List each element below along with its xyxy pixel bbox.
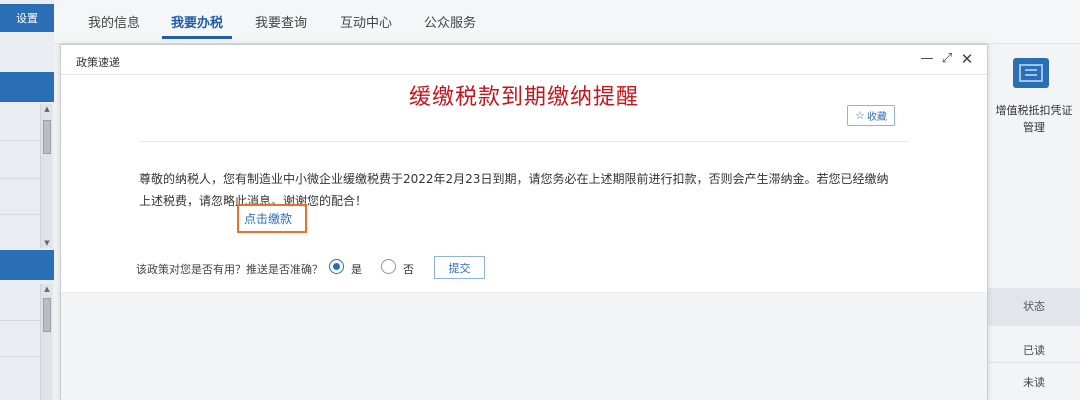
scroll-thumb[interactable] xyxy=(43,120,51,154)
rail-scrollbar[interactable]: ▲ xyxy=(40,284,52,400)
dialog-lower-area xyxy=(61,292,987,400)
dialog-body: 缓缴税款到期缴纳提醒 ☆ 收藏 尊敬的纳税人，您有制造业中小微企业缓缴税费于20… xyxy=(61,76,987,292)
rail-scrollbar[interactable]: ▲ ▼ xyxy=(40,104,52,248)
vat-voucher-icon[interactable] xyxy=(1013,58,1049,88)
radio-no[interactable] xyxy=(381,259,396,274)
pay-now-link[interactable]: 点击缴款 xyxy=(244,210,292,227)
scroll-thumb[interactable] xyxy=(43,298,51,332)
radio-no-label[interactable]: 否 xyxy=(403,261,414,277)
submit-button[interactable]: 提交 xyxy=(434,256,485,279)
favorite-label: 收藏 xyxy=(866,112,887,123)
status-cell: 已读 xyxy=(1023,344,1045,357)
scroll-up-arrow-icon[interactable]: ▲ xyxy=(41,284,53,294)
nav-my-info[interactable]: 我的信息 xyxy=(88,12,140,31)
scroll-down-arrow-icon[interactable]: ▼ xyxy=(41,238,53,248)
nav-interaction-center[interactable]: 互动中心 xyxy=(340,12,392,31)
left-rail: 设置 ▲ ▼ ▲ xyxy=(0,0,54,400)
nav-tax-filing[interactable]: 我要办税 xyxy=(171,12,223,31)
status-column-header: 状态 xyxy=(988,288,1080,326)
nav-public-service[interactable]: 公众服务 xyxy=(424,12,476,31)
title-divider xyxy=(139,141,909,142)
maximize-icon[interactable]: ⤢ xyxy=(939,51,955,67)
survey-question: 该政策对您是否有用？推送是否准确？ xyxy=(136,263,323,276)
rail-section-header[interactable] xyxy=(0,72,54,102)
rail-divider xyxy=(0,140,40,141)
dialog-header: 政策速递 — ⤢ ✕ xyxy=(61,45,987,75)
star-icon: ☆ xyxy=(855,109,865,122)
rail-section-header[interactable] xyxy=(0,250,54,280)
favorite-button[interactable]: ☆ 收藏 xyxy=(847,105,895,126)
top-nav: 我的信息 我要办税 我要查询 互动中心 公众服务 xyxy=(54,0,1080,44)
rail-divider xyxy=(0,356,40,357)
rail-divider xyxy=(0,214,40,215)
row-divider xyxy=(988,362,1080,363)
active-tab-indicator xyxy=(162,36,232,39)
settings-button[interactable]: 设置 xyxy=(0,4,54,32)
radio-yes[interactable] xyxy=(329,259,344,274)
policy-dialog: 政策速递 — ⤢ ✕ 缓缴税款到期缴纳提醒 ☆ 收藏 尊敬的纳税人，您有制造业中… xyxy=(60,44,988,400)
close-icon[interactable]: ✕ xyxy=(959,51,975,67)
status-cell: 未读 xyxy=(1023,376,1045,389)
rail-divider xyxy=(0,320,40,321)
vat-voucher-label[interactable]: 增值税抵扣凭证 管理 xyxy=(988,102,1080,136)
radio-yes-label[interactable]: 是 xyxy=(351,261,362,277)
nav-query[interactable]: 我要查询 xyxy=(255,12,307,31)
notice-message-line: 尊敬的纳税人，您有制造业中小微企业缓缴税费于2022年2月23日到期，请您务必在… xyxy=(139,172,889,186)
rail-divider xyxy=(0,178,40,179)
right-panel: 增值税抵扣凭证 管理 状态 已读 未读 xyxy=(988,44,1080,400)
minimize-icon[interactable]: — xyxy=(919,51,935,67)
scroll-up-arrow-icon[interactable]: ▲ xyxy=(41,104,53,114)
dialog-title: 政策速递 xyxy=(76,56,120,69)
